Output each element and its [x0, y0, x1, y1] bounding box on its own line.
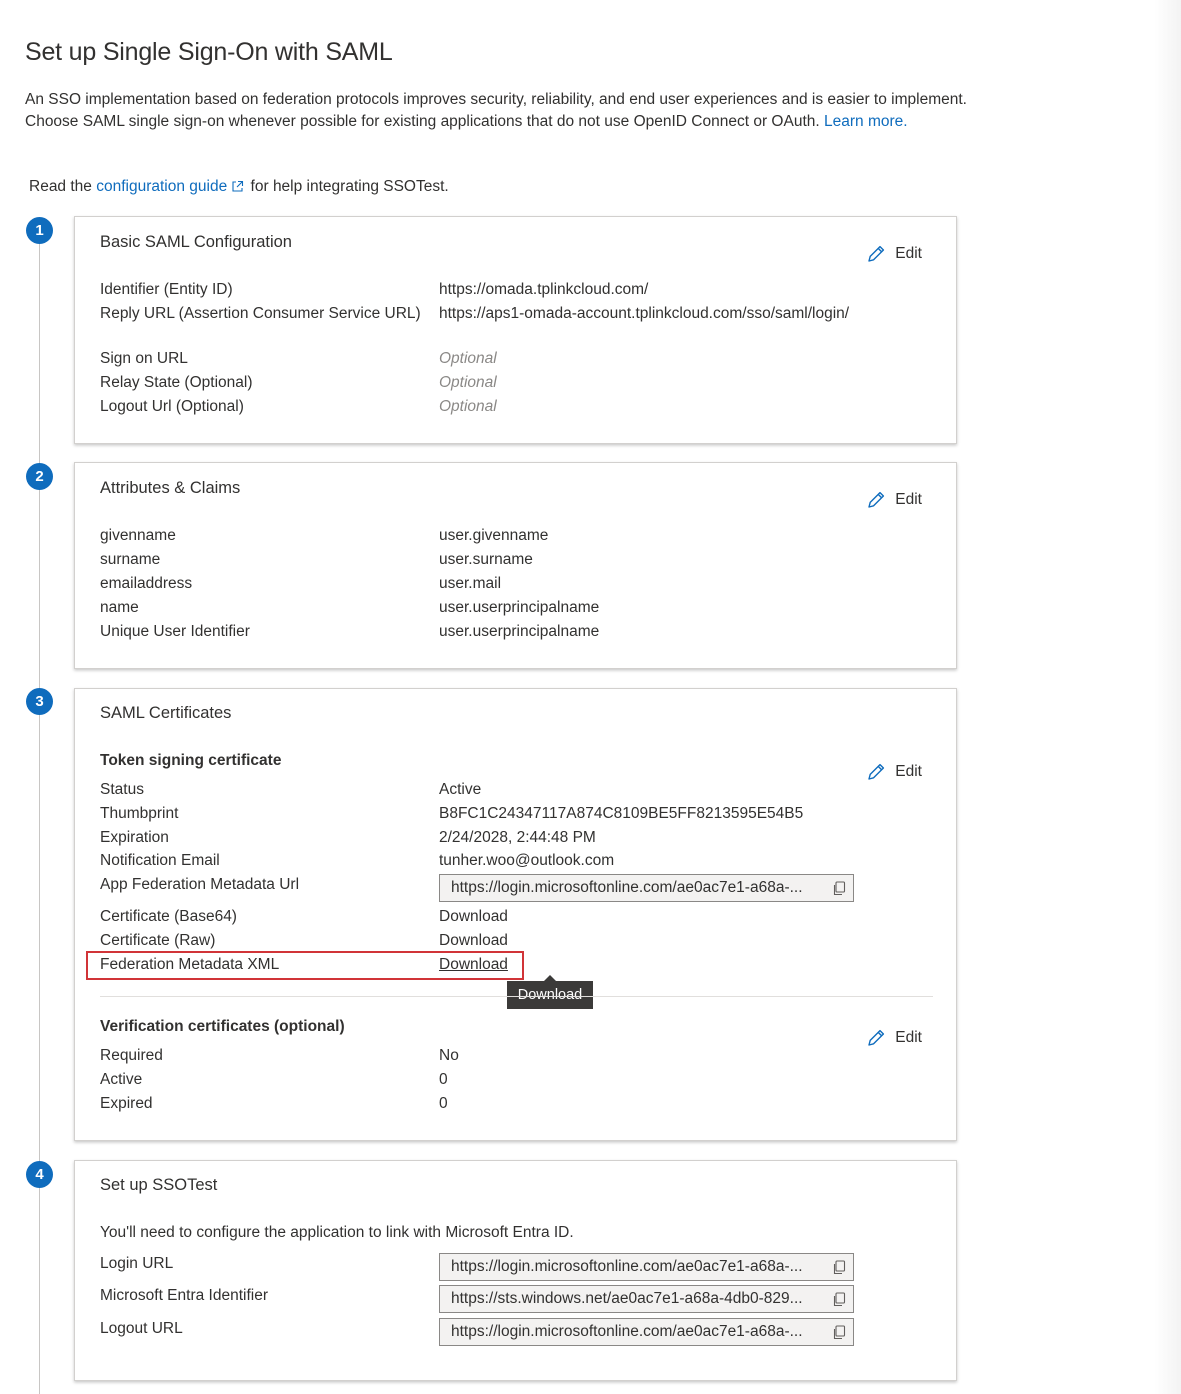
verification-edit-button[interactable]: Edit — [865, 1027, 922, 1049]
read-suffix: for help integrating SSOTest. — [250, 178, 449, 195]
row-value: 2/24/2028, 2:44:48 PM — [439, 829, 596, 846]
row-value: 0 — [439, 1095, 448, 1112]
card-title: Attributes & Claims — [100, 479, 241, 497]
intro-paragraph: An SSO implementation based on federatio… — [25, 89, 990, 132]
row-label: Sign on URL — [100, 350, 188, 367]
verification-certificates-title: Verification certificates (optional) — [100, 1018, 345, 1035]
right-gutter — [1154, 0, 1181, 1394]
field-value: https://login.microsoftonline.com/ae0ac7… — [451, 1323, 803, 1340]
copy-icon[interactable] — [825, 1254, 853, 1280]
row-label: Unique User Identifier — [100, 623, 250, 640]
row-value: https://omada.tplinkcloud.com/ — [439, 281, 649, 298]
row-label: Certificate (Raw) — [100, 932, 216, 949]
highlight-box — [86, 951, 524, 980]
row-value: user.userprincipalname — [439, 623, 600, 640]
row-label: Thumbprint — [100, 805, 179, 822]
row-label: name — [100, 599, 139, 616]
row-label: App Federation Metadata Url — [100, 876, 300, 893]
row-label: Certificate (Base64) — [100, 908, 237, 925]
certificate-raw-download-link[interactable]: Download — [439, 929, 859, 953]
step-badge-3: 3 — [26, 688, 53, 715]
row-label: Identifier (Entity ID) — [100, 281, 233, 298]
row-value: user.userprincipalname — [439, 599, 600, 616]
pencil-edit-icon — [865, 489, 887, 511]
row-value: 0 — [439, 1071, 448, 1088]
login-url-field[interactable]: https://login.microsoftonline.com/ae0ac7… — [439, 1253, 854, 1281]
saml-certificates-card: SAML Certificates Token signing certific… — [74, 688, 957, 1141]
card-title: Basic SAML Configuration — [100, 233, 292, 251]
field-value: https://login.microsoftonline.com/ae0ac7… — [451, 879, 803, 896]
row-value: No — [439, 1047, 459, 1064]
edit-label: Edit — [895, 763, 922, 780]
copy-icon[interactable] — [825, 875, 853, 901]
row-value: Active — [439, 781, 482, 798]
config-guide-line: Read the configuration guide for help in… — [29, 178, 449, 198]
row-label: Relay State (Optional) — [100, 374, 253, 391]
row-value: B8FC1C24347117A874C8109BE5FF8213595E54B5 — [439, 805, 804, 822]
attributes-claims-card: Attributes & Claims Edit givenname user.g… — [74, 462, 957, 669]
token-signing-edit-button[interactable]: Edit — [865, 761, 922, 783]
row-label: Expired — [100, 1095, 153, 1112]
field-value: https://login.microsoftonline.com/ae0ac7… — [451, 1258, 803, 1275]
app-federation-metadata-url-field[interactable]: https://login.microsoftonline.com/ae0ac7… — [439, 874, 854, 902]
learn-more-link[interactable]: Learn more. — [824, 113, 908, 130]
read-prefix: Read the — [29, 178, 92, 195]
configuration-guide-link[interactable]: configuration guide — [96, 178, 227, 195]
external-link-icon — [231, 180, 244, 198]
row-label: Logout URL — [100, 1320, 183, 1337]
row-label: Notification Email — [100, 852, 220, 869]
edit-label: Edit — [895, 245, 922, 262]
copy-icon[interactable] — [825, 1319, 853, 1345]
step-badge-2: 2 — [26, 463, 53, 490]
section-divider — [100, 996, 933, 997]
card-title: Set up SSOTest — [100, 1176, 218, 1194]
setup-ssotest-card: Set up SSOTest You'll need to configure … — [74, 1160, 957, 1381]
certificate-base64-download-link[interactable]: Download — [439, 905, 859, 929]
edit-label: Edit — [895, 1029, 922, 1046]
edit-label: Edit — [895, 491, 922, 508]
pencil-edit-icon — [865, 761, 887, 783]
row-label: surname — [100, 551, 161, 568]
row-value: user.surname — [439, 551, 533, 568]
attributes-edit-button[interactable]: Edit — [865, 489, 922, 511]
row-value: tunher.woo@outlook.com — [439, 852, 615, 869]
card-title: SAML Certificates — [100, 704, 232, 722]
row-label: Required — [100, 1047, 163, 1064]
row-value: Optional — [439, 374, 497, 391]
row-label: givenname — [100, 527, 176, 544]
field-value: https://sts.windows.net/ae0ac7e1-a68a-4d… — [451, 1290, 803, 1307]
row-label: Login URL — [100, 1255, 174, 1272]
step-badge-4: 4 — [26, 1161, 53, 1188]
row-value: https://aps1-omada-account.tplinkcloud.c… — [439, 305, 850, 322]
row-value: user.givenname — [439, 527, 549, 544]
token-signing-title: Token signing certificate — [100, 752, 282, 769]
download-tooltip: Download — [507, 975, 593, 1009]
row-label: emailaddress — [100, 575, 193, 592]
row-label: Reply URL (Assertion Consumer Service UR… — [100, 305, 421, 322]
row-value: Optional — [439, 350, 497, 367]
row-label: Status — [100, 781, 144, 798]
basic-saml-card: Basic SAML Configuration Edit Identifier… — [74, 216, 957, 444]
row-label: Microsoft Entra Identifier — [100, 1287, 268, 1304]
row-label: Expiration — [100, 829, 169, 846]
row-value: Optional — [439, 398, 497, 415]
copy-icon[interactable] — [825, 1286, 853, 1312]
setup-note: You'll need to configure the application… — [100, 1224, 574, 1241]
page-title: Set up Single Sign-On with SAML — [25, 38, 393, 66]
pencil-edit-icon — [865, 1027, 887, 1049]
pencil-edit-icon — [865, 243, 887, 265]
entra-identifier-field[interactable]: https://sts.windows.net/ae0ac7e1-a68a-4d… — [439, 1285, 854, 1313]
basic-edit-button[interactable]: Edit — [865, 243, 922, 265]
steps-rail — [39, 240, 40, 1394]
logout-url-field[interactable]: https://login.microsoftonline.com/ae0ac7… — [439, 1318, 854, 1346]
row-value: user.mail — [439, 575, 502, 592]
step-badge-1: 1 — [26, 217, 53, 244]
row-label: Logout Url (Optional) — [100, 398, 244, 415]
row-label: Active — [100, 1071, 143, 1088]
